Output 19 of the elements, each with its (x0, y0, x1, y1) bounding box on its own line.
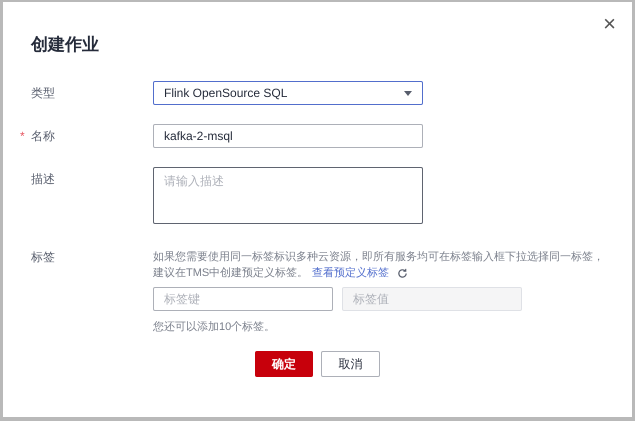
required-mark: * (20, 129, 25, 143)
refresh-icon[interactable] (397, 268, 408, 278)
dropdown-caret-icon (404, 90, 412, 96)
field-label: 名称 (31, 128, 55, 144)
field-label: 标签 (31, 248, 55, 266)
confirm-button[interactable]: 确定 (255, 351, 313, 377)
tag-hint-text: 如果您需要使用同一标签标识多种云资源，即所有服务均可在标签输入框下拉选择同一标签， (153, 250, 604, 265)
tag-hint-text: 建议在TMS中创建预定义标签。 (153, 266, 308, 281)
close-button[interactable]: × (603, 12, 616, 36)
field-label: 类型 (31, 84, 55, 102)
remaining-tags-text: 您还可以添加10个标签。 (153, 320, 276, 334)
tag-key-input[interactable]: 标签键 (153, 287, 333, 311)
dialog-title: 创建作业 (31, 35, 100, 55)
predefined-tags-link[interactable]: 查看预定义标签 (312, 265, 390, 281)
type-select[interactable]: Flink OpenSource SQL (153, 81, 423, 105)
field-label: 描述 (31, 170, 55, 188)
name-input[interactable]: kafka-2-msql (153, 124, 423, 148)
cancel-button[interactable]: 取消 (321, 351, 380, 377)
description-input[interactable]: 请输入描述 (153, 167, 423, 224)
